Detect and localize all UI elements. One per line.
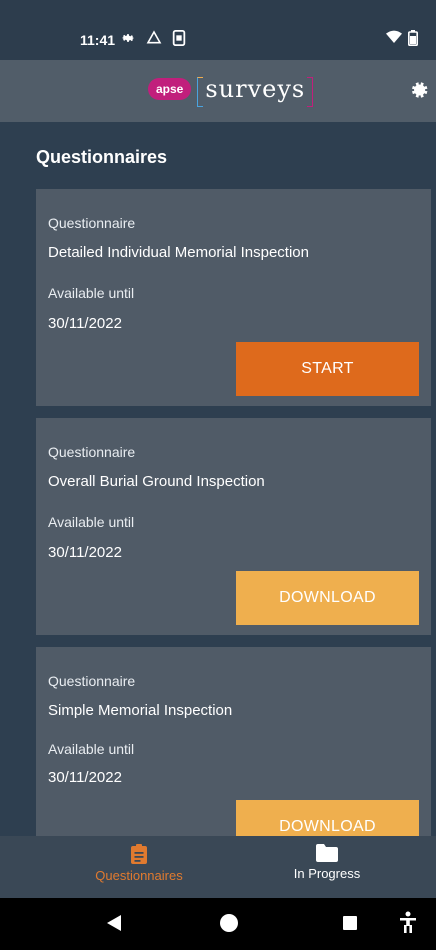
drive-icon [146,30,162,44]
recents-icon[interactable] [343,916,357,930]
download-button[interactable]: DOWNLOAD [236,800,419,837]
card-title: Detailed Individual Memorial Inspection [48,244,309,261]
available-until-date: 30/11/2022 [48,769,122,786]
gear-icon [122,34,134,42]
bottom-navigation: Questionnaires In Progress [0,836,436,898]
tab-in-progress[interactable]: In Progress [252,844,402,881]
logo-text-label: surveys [205,75,306,103]
questionnaire-card: Questionnaire Overall Burial Ground Insp… [36,418,431,635]
logo-text: surveys [197,75,314,107]
app-logo: apse surveys [148,75,314,107]
available-until-label: Available until [48,285,135,301]
tab-in-progress-label: In Progress [293,866,361,881]
available-until-label: Available until [48,514,135,530]
battery-icon [408,30,418,46]
card-type-label: Questionnaire [48,673,136,689]
folder-icon [316,844,338,862]
available-until-date: 30/11/2022 [48,544,122,561]
page-title: Questionnaires [36,147,168,167]
accessibility-icon[interactable] [400,911,416,933]
logo-badge: apse [148,78,192,100]
system-navigation-bar [0,898,436,950]
settings-gear-icon[interactable] [406,78,430,102]
questionnaire-card: Questionnaire Simple Memorial Inspection… [36,647,431,837]
back-icon[interactable] [107,915,121,931]
logo-bracket-left [197,77,204,107]
status-time: 11:41 [80,32,116,48]
wifi-icon [386,30,402,43]
sim-icon [172,30,186,46]
clipboard-icon [131,844,147,864]
logo-bracket-right [307,77,314,107]
available-until-date: 30/11/2022 [48,315,122,332]
card-type-label: Questionnaire [48,215,136,231]
tab-questionnaires[interactable]: Questionnaires [64,844,214,883]
tab-questionnaires-label: Questionnaires [95,868,183,883]
status-bar: 11:41 [0,0,436,60]
questionnaire-card: Questionnaire Detailed Individual Memori… [36,189,431,406]
card-title: Overall Burial Ground Inspection [48,473,265,490]
home-icon[interactable] [219,913,239,933]
card-title: Simple Memorial Inspection [48,702,233,719]
card-type-label: Questionnaire [48,444,136,460]
start-button[interactable]: START [236,342,419,396]
available-until-label: Available until [48,741,135,757]
download-button[interactable]: DOWNLOAD [236,571,419,625]
app-bar: apse surveys [0,60,436,122]
